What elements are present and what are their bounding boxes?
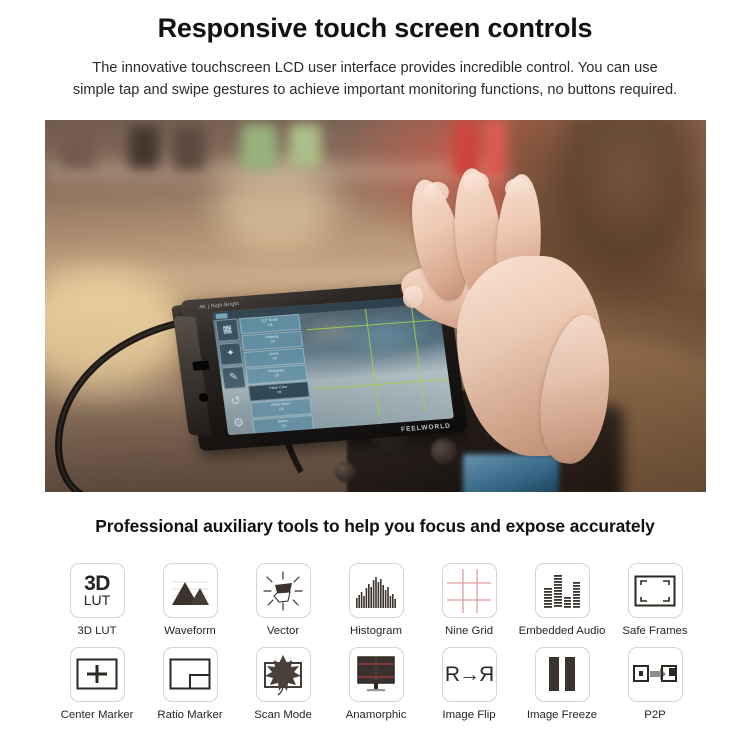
osd-item-label: Peaking (265, 334, 279, 340)
subtitle-line-2: simple tap and swipe gestures to achieve… (72, 81, 678, 98)
image-freeze-icon[interactable] (534, 646, 590, 702)
osd-item-label: LUT Mode (260, 317, 279, 323)
hero-photo: 4K | High-Bright FEELWORLD ▦ ✦ ✎ ↺ ⚙ LUT… (45, 120, 706, 492)
osd-item-label: Zebra Meter (270, 401, 291, 408)
tool-label: 3D LUT (77, 625, 117, 637)
page-title: Responsive touch screen controls (157, 13, 593, 43)
safe-frames-icon[interactable] (627, 563, 683, 618)
grid-icon[interactable]: ▦ (215, 318, 240, 342)
lut-glyph-big: 3D (84, 571, 110, 595)
tool-scan-mode[interactable]: Scan Mode (239, 646, 327, 722)
tool-p2p[interactable]: P2P (611, 646, 699, 722)
anamorphic-monitor-icon[interactable] (348, 646, 404, 702)
pen-icon[interactable]: ✎ (221, 366, 247, 390)
tool-image-flip[interactable]: R→Я Image Flip (425, 646, 513, 722)
ratio-marker-icon[interactable] (162, 646, 218, 702)
tool-label: Center Marker (60, 708, 134, 721)
tools-grid: 3D LUT 3D LUT Waveform Vector Histogram … (53, 563, 699, 730)
tool-label: Safe Frames (622, 625, 688, 637)
waveform-icon[interactable] (162, 563, 218, 618)
tool-label: Ratio Marker (157, 708, 223, 721)
tool-ratio-marker[interactable]: Ratio Marker (146, 646, 234, 722)
tool-anamorphic[interactable]: Anamorphic (332, 646, 420, 722)
gear-icon[interactable]: ⚙ (227, 412, 250, 433)
osd-item-value: Off (271, 356, 278, 361)
tool-label: Vector (266, 625, 300, 637)
star-icon[interactable]: ✦ (218, 342, 244, 366)
osd-item-column[interactable]: LUT Mode Off Peaking Off Vector Off Hist… (239, 313, 317, 436)
vectorscope-icon[interactable] (255, 563, 311, 618)
tool-label: Histogram (350, 625, 402, 637)
tools-section-title: Professional auxiliary tools to help you… (95, 516, 655, 536)
osd-item-value: Off (278, 406, 284, 412)
tool-label: Image Freeze (526, 708, 598, 721)
tool-embedded-audio[interactable]: Embedded Audio (518, 563, 606, 638)
tool-label: Waveform (164, 625, 216, 637)
tool-safe-frames[interactable]: Safe Frames (611, 563, 699, 638)
subtitle-line-1: The innovative touchscreen LCD user inte… (92, 59, 658, 76)
tool-label: Scan Mode (254, 708, 312, 721)
lut-glyph-small: LUT (83, 591, 111, 608)
tool-label: Image Flip (442, 708, 496, 721)
osd-item-value: Off (280, 423, 287, 429)
audio-levels-icon[interactable] (534, 563, 590, 618)
tool-histogram[interactable]: Histogram (332, 563, 420, 638)
osd-item-value: Off (267, 322, 273, 327)
tool-image-freeze[interactable]: Image Freeze (518, 646, 606, 722)
monitor-hdmi-port (192, 360, 210, 371)
3d-lut-icon[interactable]: 3D LUT (69, 563, 125, 618)
tool-label: Embedded Audio (518, 625, 606, 637)
tool-label: Anamorphic (345, 708, 407, 721)
undo-icon[interactable]: ↺ (224, 390, 247, 411)
product-feature-page: Responsive touch screen controls The inn… (0, 0, 750, 750)
tool-label: Nine Grid (444, 625, 494, 637)
scan-mode-leaf-icon[interactable] (255, 646, 311, 702)
pixel-to-pixel-icon[interactable] (627, 646, 683, 702)
osd-item-value: Off (269, 339, 276, 344)
osd-item-label: Safety (277, 418, 289, 424)
center-marker-icon[interactable] (69, 646, 125, 702)
page-subtitle: The innovative touchscreen LCD user inte… (0, 46, 750, 101)
hand-touching-screen (393, 164, 623, 468)
screen-status-chip-left (215, 312, 228, 319)
tool-center-marker[interactable]: Center Marker (53, 646, 141, 722)
tool-nine-grid[interactable]: Nine Grid (425, 563, 513, 638)
tool-3d-lut[interactable]: 3D LUT 3D LUT (53, 563, 141, 638)
osd-item-value: Off (274, 373, 280, 378)
nine-grid-icon[interactable] (441, 563, 497, 618)
tools-row-1: 3D LUT 3D LUT Waveform Vector Histogram … (53, 563, 699, 638)
image-flip-icon[interactable]: R→Я (441, 646, 497, 702)
histogram-icon[interactable] (348, 563, 404, 618)
tool-waveform[interactable]: Waveform (146, 563, 234, 638)
tool-vector[interactable]: Vector (239, 563, 327, 638)
osd-item-label: False Color (268, 384, 288, 391)
screen-osd-menu[interactable]: ▦ ✦ ✎ ↺ ⚙ ↩ LUT Mode Off (213, 313, 322, 436)
photo-canvas: 4K | High-Bright FEELWORLD ▦ ✦ ✎ ↺ ⚙ LUT… (45, 120, 706, 492)
osd-item-value: Off (276, 390, 282, 395)
osd-item-label: Histogram (267, 367, 285, 374)
osd-item-label: Vector (268, 351, 280, 357)
tools-row-2: Center Marker Ratio Marker Scan Mode Ana… (53, 646, 699, 722)
tool-label: P2P (644, 708, 666, 721)
image-flip-glyph: R→Я (444, 662, 494, 686)
